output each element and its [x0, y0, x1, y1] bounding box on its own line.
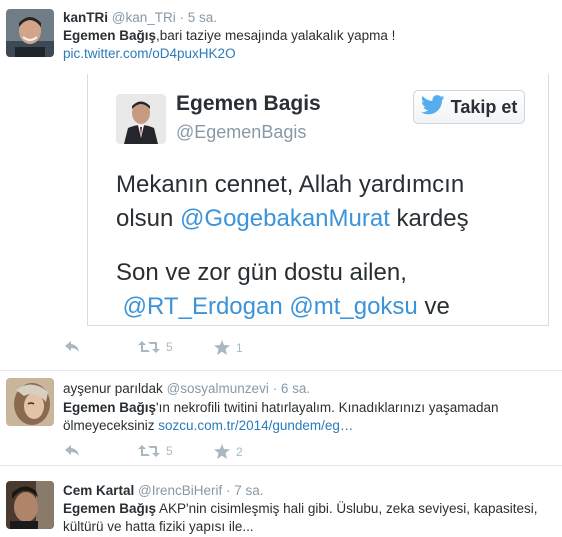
tweet-link[interactable]: sozcu.com.tr/2014/gundem/eg… — [158, 418, 353, 433]
tweet-1[interactable]: kanTRi @kan_TRi · 5 sa. Egemen Bağış,bar… — [0, 0, 562, 368]
tweet-header: ayşenur parıldak @sosyalmunzevi · 6 sa. — [63, 380, 310, 397]
reply-icon — [64, 340, 80, 354]
tweet-text: Egemen Bağış AKP'nin cisimleşmiş hali gi… — [63, 500, 558, 536]
tweet-text: Egemen Bağış'ın nekrofili twitini hatırl… — [63, 399, 553, 435]
tweet-timestamp[interactable]: 7 sa. — [234, 483, 263, 498]
tweet-3[interactable]: Cem Kartal @IrencBiHerif · 7 sa. Egemen … — [0, 466, 562, 537]
tweet-timestamp[interactable]: 6 sa. — [281, 381, 310, 396]
avatar[interactable] — [6, 378, 54, 426]
twitter-bird-icon — [420, 94, 445, 120]
tweet-mention-name[interactable]: Egemen Bağış — [63, 400, 156, 415]
embedded-line-3: Son ve zor gün dostu ailen, — [116, 259, 407, 286]
tweet-fullname[interactable]: kanTRi — [63, 10, 108, 25]
tweet-fullname[interactable]: Cem Kartal — [63, 483, 134, 498]
tweet-2[interactable]: ayşenur parıldak @sosyalmunzevi · 6 sa. … — [0, 371, 562, 464]
avatar[interactable] — [6, 9, 54, 57]
meta-separator: · — [268, 381, 281, 396]
embedded-tweet-text: Mekanın cennet, Allah yardımcın olsun @G… — [116, 168, 536, 324]
favorite-count: 2 — [236, 444, 243, 459]
retweet-icon — [138, 444, 160, 458]
reply-button[interactable] — [64, 444, 80, 458]
favorite-count: 1 — [236, 340, 243, 355]
follow-button-label: Takip et — [450, 96, 518, 117]
reply-icon — [64, 444, 80, 458]
embedded-line-2: olsun @GogebakanMurat kardeş — [116, 205, 469, 232]
retweet-button[interactable]: 5 — [138, 444, 173, 458]
embedded-mention: @RT_Erdogan — [122, 293, 283, 320]
meta-separator: · — [175, 10, 188, 25]
tweet-header: kanTRi @kan_TRi · 5 sa. — [63, 9, 217, 26]
tweet-fullname[interactable]: ayşenur parıldak — [63, 381, 163, 396]
retweet-count: 5 — [166, 340, 173, 354]
tweet-timestamp[interactable]: 5 sa. — [188, 10, 217, 25]
retweet-button[interactable]: 5 — [138, 340, 173, 354]
favorite-button[interactable]: 2 — [214, 444, 243, 459]
retweet-icon — [138, 340, 160, 354]
embedded-handle: @EgemenBagis — [176, 122, 307, 142]
embedded-mention: @mt_goksu — [289, 293, 418, 320]
tweet-handle[interactable]: @sosyalmunzevi — [167, 381, 269, 396]
follow-button: Takip et — [413, 90, 525, 124]
favorite-button[interactable]: 1 — [214, 340, 243, 355]
favorite-star-icon — [214, 340, 230, 355]
embedded-avatar — [116, 94, 166, 144]
tweet-handle[interactable]: @kan_TRi — [112, 10, 176, 25]
tweet-link[interactable]: pic.twitter.com/oD4puxHK2O — [63, 46, 236, 61]
tweet-mention-name[interactable]: Egemen Bağış — [63, 501, 156, 516]
tweet-header: Cem Kartal @IrencBiHerif · 7 sa. — [63, 482, 264, 499]
avatar[interactable] — [6, 481, 54, 529]
tweet-mention-name[interactable]: Egemen Bağış — [63, 28, 156, 43]
embedded-line-4: @RT_Erdogan @mt_goksu ve — [122, 293, 450, 320]
embedded-tweet-image[interactable]: Egemen Bagis @EgemenBagis Takip et Mekan… — [87, 74, 549, 326]
reply-button[interactable] — [64, 340, 80, 354]
tweet-text: Egemen Bağış,bari taziye mesajında yalak… — [63, 27, 553, 63]
tweet-handle[interactable]: @IrencBiHerif — [138, 483, 222, 498]
meta-separator: · — [222, 483, 235, 498]
retweet-count: 5 — [166, 444, 173, 458]
favorite-star-icon — [214, 444, 230, 459]
tweet-body: ,bari taziye mesajında yalakalık yapma ! — [156, 28, 396, 43]
embedded-mention: @GogebakanMurat — [180, 205, 390, 232]
embedded-line-1: Mekanın cennet, Allah yardımcın — [116, 171, 465, 198]
embedded-fullname: Egemen Bagis — [176, 92, 321, 115]
